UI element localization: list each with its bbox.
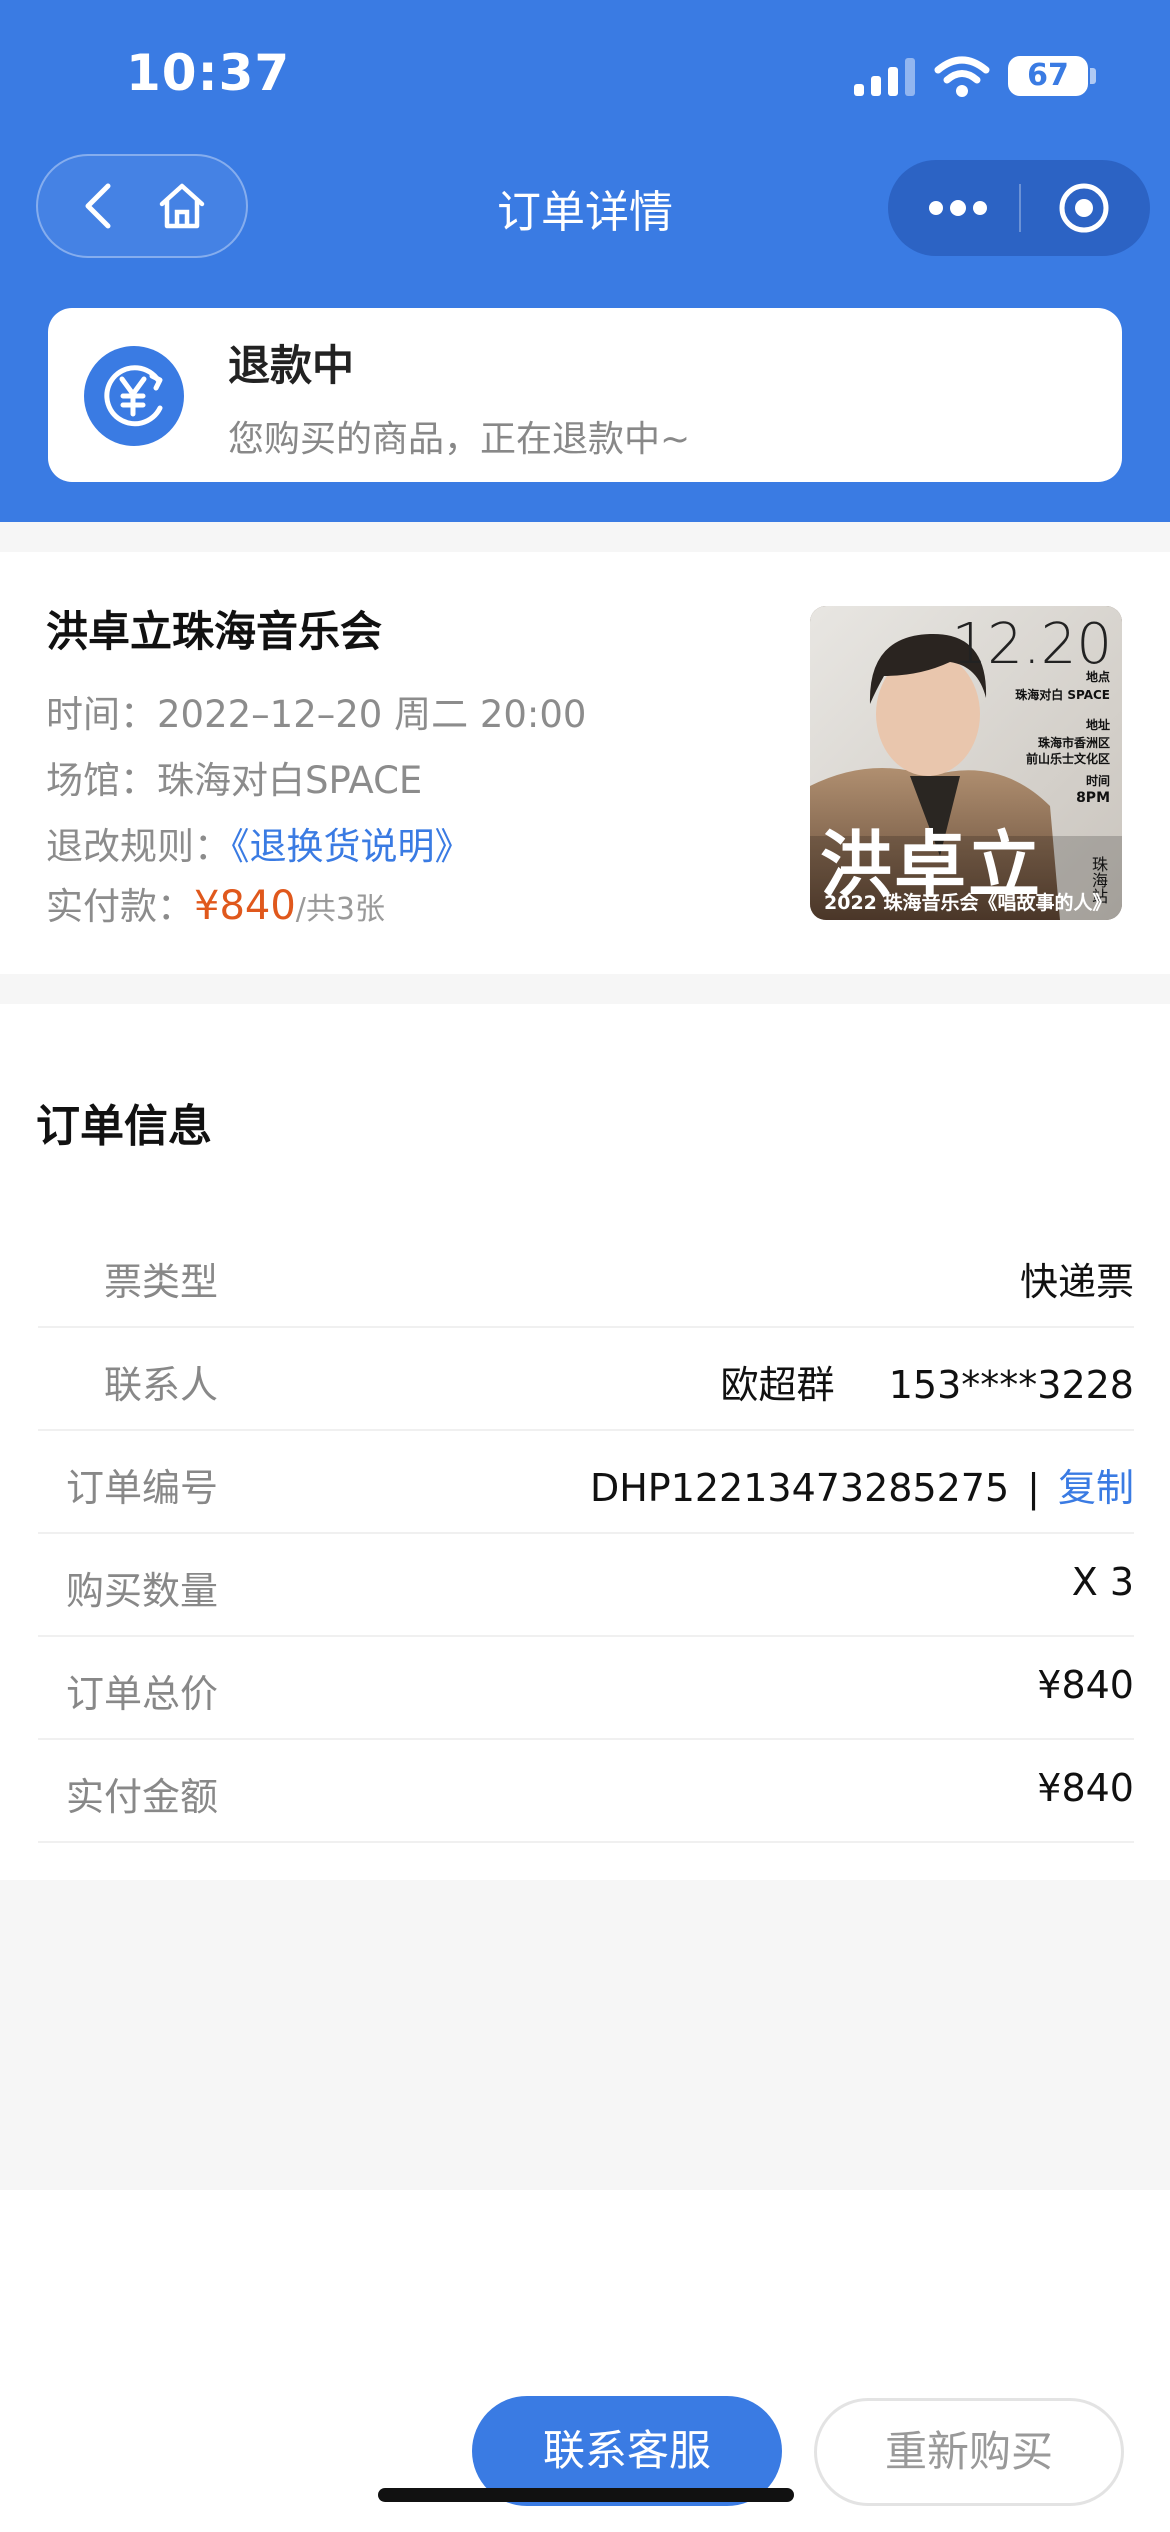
status-time: 10:37 — [126, 44, 291, 102]
row-label: 联系人 — [104, 1363, 219, 1407]
refund-status-description: 您购买的商品，正在退款中~ — [228, 419, 691, 460]
event-time-value: 2022–12–20 周二 20:00 — [157, 693, 587, 736]
section-divider — [0, 522, 1170, 552]
event-rules: 退改规则：《退换货说明》 — [46, 816, 472, 870]
poster-venue: 珠海对白 SPACE — [1015, 688, 1110, 702]
row-value: 欧超群 153****3228 — [721, 1354, 1134, 1409]
contact-phone: 153****3228 — [888, 1363, 1134, 1407]
poster-address-line1: 珠海市香洲区 — [1037, 736, 1110, 750]
poster-subtitle: 2022 珠海音乐会《唱故事的人》 — [824, 892, 1112, 914]
order-row-paid: 实付金额 ¥840 — [38, 1740, 1134, 1843]
order-row-contact: 联系人 欧超群 153****3228 — [38, 1328, 1134, 1431]
poster-time: 8PM — [1076, 790, 1110, 806]
order-row-total: 订单总价 ¥840 — [38, 1637, 1134, 1740]
refund-policy-link[interactable]: 《退换货说明》 — [231, 825, 472, 868]
capsule-divider — [1019, 184, 1021, 232]
event-venue-label: 场馆： — [46, 759, 157, 802]
home-indicator[interactable] — [378, 2488, 794, 2502]
row-label: 订单总价 — [66, 1672, 219, 1716]
row-value: X 3 — [1071, 1560, 1134, 1604]
row-value: ¥840 — [1037, 1766, 1134, 1810]
row-value: DHP12213473285275 | 复制 — [590, 1457, 1134, 1512]
buy-again-button[interactable]: 重新购买 — [814, 2398, 1124, 2506]
row-label: 票类型 — [104, 1260, 219, 1304]
signal-icon — [854, 58, 915, 96]
section-divider — [0, 974, 1170, 1004]
order-row-ticket-type: 票类型 快递票 — [38, 1225, 1134, 1328]
battery-tip — [1090, 68, 1096, 84]
row-value: 快递票 — [1019, 1260, 1134, 1304]
order-number: DHP12213473285275 — [589, 1466, 1010, 1510]
event-paid-amount: ¥840 — [194, 883, 296, 929]
row-label: 订单编号 — [66, 1466, 219, 1510]
copy-order-number-button[interactable]: 复制 — [1058, 1466, 1134, 1510]
row-label: 实付金额 — [66, 1775, 219, 1819]
event-time: 时间：2022–12–20 周二 20:00 — [46, 684, 586, 738]
refund-yuan-icon — [84, 346, 184, 446]
poster-address-line2: 前山乐士文化区 — [1025, 752, 1110, 766]
event-paid-label: 实付款： — [46, 885, 194, 928]
empty-area — [0, 1880, 1170, 2190]
close-miniprogram-icon[interactable] — [1058, 182, 1110, 234]
wifi-icon — [934, 56, 990, 97]
contact-name: 欧超群 — [720, 1363, 835, 1407]
row-label: 购买数量 — [66, 1569, 219, 1613]
event-ticket-count: /共3张 — [295, 892, 385, 927]
event-time-label: 时间： — [46, 693, 157, 736]
more-icon[interactable] — [928, 196, 988, 220]
order-info-title: 订单信息 — [36, 1101, 212, 1152]
order-row-order-number: 订单编号 DHP12213473285275 | 复制 — [38, 1431, 1134, 1534]
copy-separator: | — [1027, 1466, 1040, 1510]
event-venue: 场馆：珠海对白SPACE — [46, 750, 422, 804]
event-rules-label: 退改规则： — [46, 825, 231, 868]
row-value: ¥840 — [1037, 1663, 1134, 1707]
order-row-quantity: 购买数量 X 3 — [38, 1534, 1134, 1637]
event-venue-value: 珠海对白SPACE — [157, 759, 423, 802]
poster-tag-time: 时间 — [1085, 774, 1110, 788]
event-paid: 实付款：¥840/共3张 — [46, 876, 385, 930]
refund-status-title: 退款中 — [228, 341, 355, 390]
poster-tag-address: 地址 — [1085, 718, 1110, 732]
event-poster[interactable]: 12.20 地点 珠海对白 SPACE 地址 珠海市香洲区 前山乐士文化区 时间… — [810, 606, 1122, 920]
event-name: 洪卓立珠海音乐会 — [46, 607, 383, 656]
poster-tag-place: 地点 — [1085, 670, 1110, 684]
battery-indicator: 67 — [1008, 56, 1088, 96]
